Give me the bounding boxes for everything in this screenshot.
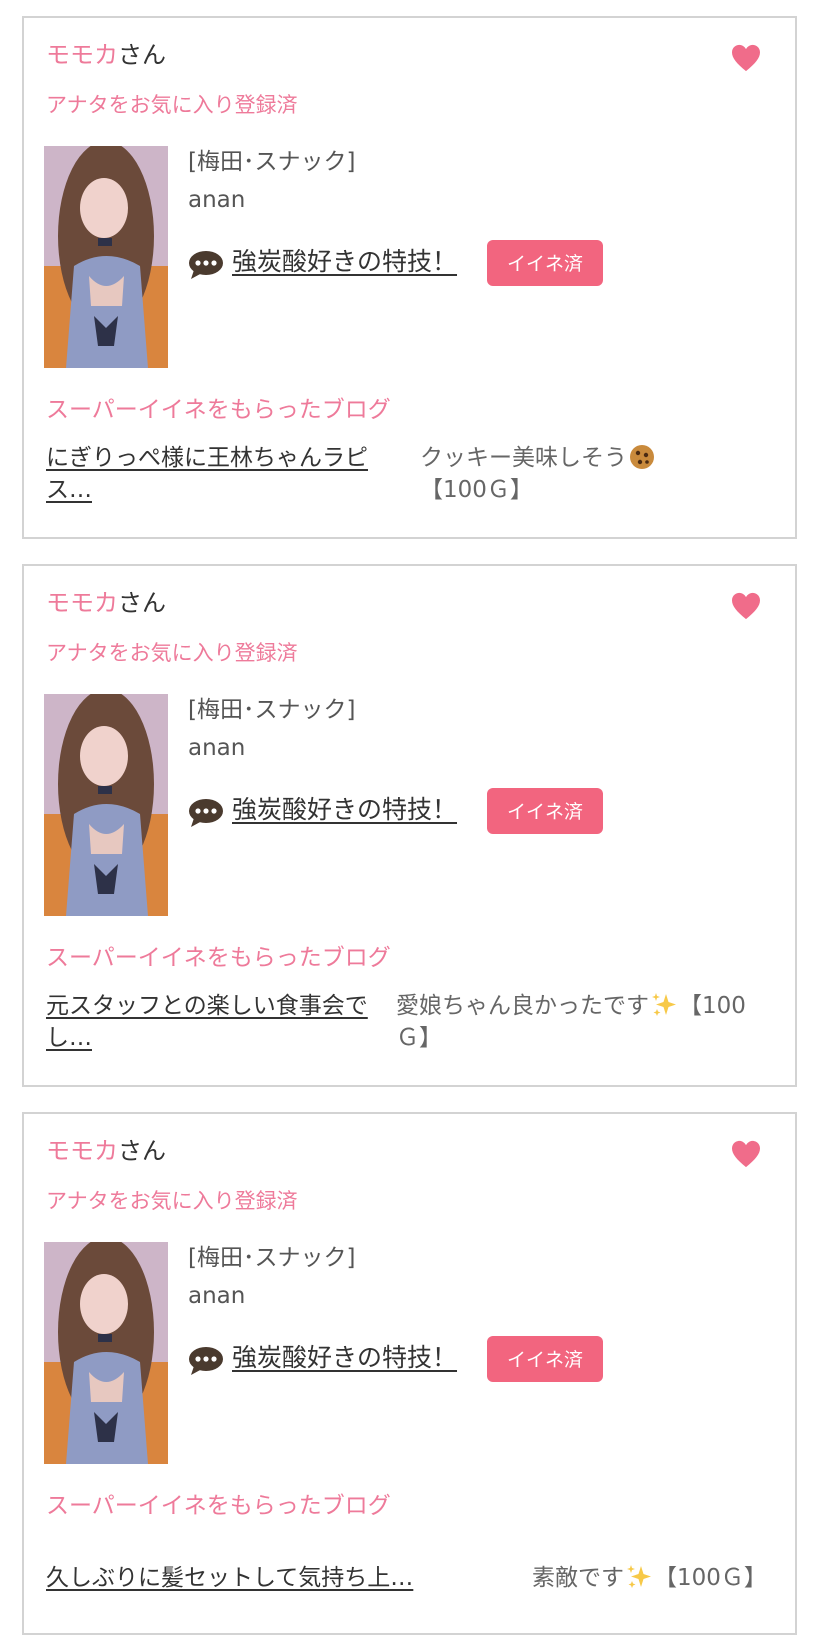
user-name-line[interactable]: モモカさん [46, 38, 166, 72]
shop-name: anan [188, 187, 246, 213]
blog-title-link[interactable]: 元スタッフとの楽しい食事会でし… [46, 990, 401, 1054]
like-done-button[interactable]: イイネ済 [487, 240, 603, 286]
post-title-link[interactable]: 強炭酸好きの特技！ [232, 792, 457, 828]
user-name[interactable]: モモカ [46, 41, 118, 69]
blog-title-link[interactable]: 久しぶりに髪セットして気持ち上… [46, 1562, 466, 1594]
blog-comment: クッキー美味しそう【100Ｇ】 [420, 442, 760, 506]
favorite-status: アナタをお気に入り登録済 [46, 1189, 298, 1213]
blog-comment-points: 【100Ｇ】 [420, 477, 533, 503]
heart-icon[interactable] [731, 592, 761, 620]
sparkles-emoji [627, 1565, 651, 1588]
user-card: モモカさん アナタをお気に入り登録済 [梅田･スナック] anan 強炭酸好きの… [22, 1112, 797, 1635]
shop-name: anan [188, 1283, 246, 1309]
profile-photo[interactable] [44, 146, 168, 368]
blog-comment: 愛娘ちゃん良かったです 【100Ｇ】 [396, 990, 776, 1054]
profile-photo[interactable] [44, 1242, 168, 1464]
super-like-heading: スーパーイイネをもらったブログ [46, 945, 391, 971]
speech-bubble-icon [189, 1347, 223, 1375]
blog-title-link[interactable]: にぎりっぺ様に王林ちゃんラピス… [46, 442, 401, 506]
shop-area: [梅田･スナック] [188, 149, 356, 175]
heart-icon[interactable] [731, 1140, 761, 1168]
speech-bubble-icon [189, 799, 223, 827]
post-title-link[interactable]: 強炭酸好きの特技！ [232, 244, 457, 280]
profile-photo[interactable] [44, 694, 168, 916]
cookie-emoji [630, 445, 654, 469]
blog-comment-text: 愛娘ちゃん良かったです [396, 993, 649, 1019]
user-name[interactable]: モモカ [46, 1137, 118, 1165]
like-done-button[interactable]: イイネ済 [487, 788, 603, 834]
super-like-heading: スーパーイイネをもらったブログ [46, 1493, 391, 1519]
shop-name: anan [188, 735, 246, 761]
speech-bubble-icon [189, 251, 223, 279]
favorite-status: アナタをお気に入り登録済 [46, 641, 298, 665]
user-card: モモカさん アナタをお気に入り登録済 [梅田･スナック] anan 強炭酸好きの… [22, 564, 797, 1087]
blog-comment-points: 【100Ｇ】 [654, 1565, 767, 1591]
user-name-line[interactable]: モモカさん [46, 586, 166, 620]
favorite-status: アナタをお気に入り登録済 [46, 93, 298, 117]
user-name[interactable]: モモカ [46, 589, 118, 617]
user-name-line[interactable]: モモカさん [46, 1134, 166, 1168]
post-title-link[interactable]: 強炭酸好きの特技！ [232, 1340, 457, 1376]
sparkles-emoji [652, 993, 676, 1016]
shop-area: [梅田･スナック] [188, 697, 356, 723]
blog-comment-text: 素敵です [532, 1565, 624, 1591]
user-card: モモカさん アナタをお気に入り登録済 [梅田･スナック] anan 強炭酸好きの… [22, 16, 797, 539]
super-like-heading: スーパーイイネをもらったブログ [46, 397, 391, 423]
shop-area: [梅田･スナック] [188, 1245, 356, 1271]
user-name-suffix: さん [118, 1137, 166, 1165]
blog-comment-text: クッキー美味しそう [420, 445, 627, 471]
heart-icon[interactable] [731, 44, 761, 72]
blog-comment: 素敵です 【100Ｇ】 [532, 1562, 792, 1594]
like-done-button[interactable]: イイネ済 [487, 1336, 603, 1382]
user-name-suffix: さん [118, 589, 166, 617]
user-name-suffix: さん [118, 41, 166, 69]
